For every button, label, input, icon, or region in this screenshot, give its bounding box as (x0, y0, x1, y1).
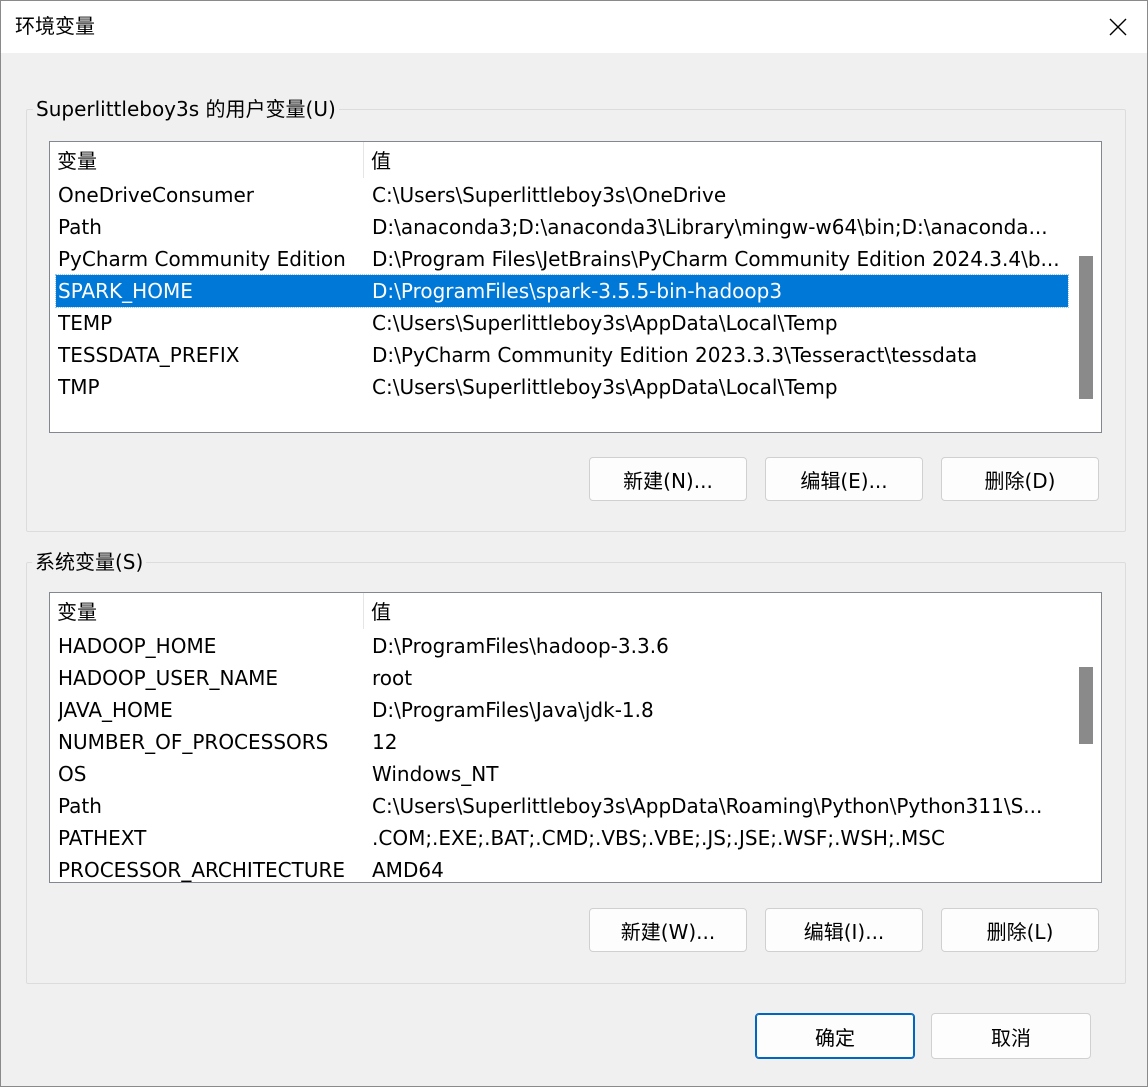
table-row[interactable]: HADOOP_HOME D:\ProgramFiles\hadoop-3.3.6 (56, 630, 1068, 662)
variable-name: TMP (58, 375, 100, 399)
column-header-value[interactable]: 值 (371, 147, 391, 175)
system-variables-header: 变量 值 (50, 593, 1070, 629)
variable-value: 12 (372, 730, 398, 754)
user-new-button[interactable]: 新建(N)... (589, 457, 747, 501)
variable-name: HADOOP_USER_NAME (58, 666, 279, 690)
table-row[interactable]: JAVA_HOME D:\ProgramFiles\Java\jdk-1.8 (56, 694, 1068, 726)
system-variables-label: 系统变量(S) (32, 548, 147, 576)
variable-value: D:\ProgramFiles\Java\jdk-1.8 (372, 698, 654, 722)
variable-value: D:\PyCharm Community Edition 2023.3.3\Te… (372, 343, 978, 367)
user-edit-button[interactable]: 编辑(E)... (765, 457, 923, 501)
close-button[interactable] (1089, 1, 1147, 53)
table-row[interactable]: PyCharm Community Edition D:\Program File… (56, 243, 1068, 275)
close-icon (1109, 18, 1127, 36)
user-variables-scroll-thumb[interactable] (1079, 256, 1093, 399)
variable-value: D:\ProgramFiles\hadoop-3.3.6 (372, 634, 669, 658)
table-row[interactable]: OneDriveConsumer C:\Users\Superlittleboy3… (56, 179, 1068, 211)
variable-value: D:\anaconda3;D:\anaconda3\Library\mingw-… (372, 215, 1048, 239)
variable-value: C:\Users\Superlittleboy3s\AppData\Local\… (372, 311, 838, 335)
variable-value: Windows_NT (372, 762, 499, 786)
column-header-variable[interactable]: 变量 (57, 147, 97, 175)
variable-value: C:\Users\Superlittleboy3s\AppData\Local\… (372, 375, 838, 399)
variable-value: root (372, 666, 413, 690)
user-variables-list[interactable]: 变量 值 OneDriveConsumer C:\Users\Superlittl… (49, 141, 1102, 433)
variable-name: PyCharm Community Edition (58, 247, 346, 271)
variable-value: D:\Program Files\JetBrains\PyCharm Commu… (372, 247, 1060, 271)
table-row[interactable]: PATHEXT .COM;.EXE;.BAT;.CMD;.VBS;.VBE;.JS… (56, 822, 1068, 854)
system-edit-button[interactable]: 编辑(I)... (765, 908, 923, 952)
column-separator[interactable] (363, 593, 364, 629)
table-row[interactable]: Path D:\anaconda3;D:\anaconda3\Library\mi… (56, 211, 1068, 243)
user-variables-label: Superlittleboy3s 的用户变量(U) (33, 95, 339, 123)
environment-variables-dialog: 环境变量 Superlittleboy3s 的用户变量(U) 变量 值 OneD… (0, 0, 1148, 1087)
user-variables-scrollbar[interactable] (1071, 142, 1101, 432)
variable-value: C:\Users\Superlittleboy3s\AppData\Roamin… (372, 794, 1043, 818)
table-row[interactable]: TMP C:\Users\Superlittleboy3s\AppData\Loc… (56, 371, 1068, 403)
ok-button[interactable]: 确定 (755, 1013, 915, 1059)
system-variables-list[interactable]: 变量 值 HADOOP_HOME D:\ProgramFiles\hadoop-3… (49, 592, 1102, 883)
system-variables-scroll-thumb[interactable] (1079, 667, 1093, 744)
table-row[interactable]: PROCESSOR_ARCHITECTURE AMD64 (56, 854, 1068, 882)
variable-name: TESSDATA_PREFIX (58, 343, 240, 367)
table-row[interactable]: TEMP C:\Users\Superlittleboy3s\AppData\Lo… (56, 307, 1068, 339)
variable-value: .COM;.EXE;.BAT;.CMD;.VBS;.VBE;.JS;.JSE;.… (372, 826, 945, 850)
column-header-value[interactable]: 值 (371, 598, 391, 626)
table-row[interactable]: NUMBER_OF_PROCESSORS 12 (56, 726, 1068, 758)
variable-name: SPARK_HOME (58, 279, 193, 303)
table-row[interactable]: TESSDATA_PREFIX D:\PyCharm Community Edit… (56, 339, 1068, 371)
variable-name: TEMP (58, 311, 113, 335)
cancel-button[interactable]: 取消 (931, 1013, 1091, 1059)
table-row[interactable]: HADOOP_USER_NAME root (56, 662, 1068, 694)
window-title: 环境变量 (15, 14, 95, 38)
table-row[interactable]: OS Windows_NT (56, 758, 1068, 790)
system-variables-scrollbar[interactable] (1071, 593, 1101, 882)
variable-name: JAVA_HOME (58, 698, 173, 722)
variable-name: PATHEXT (58, 826, 147, 850)
variable-value: D:\ProgramFiles\spark-3.5.5-bin-hadoop3 (372, 279, 783, 303)
variable-name: PROCESSOR_ARCHITECTURE (58, 858, 346, 882)
variable-value: C:\Users\Superlittleboy3s\OneDrive (372, 183, 727, 207)
variable-name: NUMBER_OF_PROCESSORS (58, 730, 329, 754)
variable-name: Path (58, 215, 102, 239)
table-row[interactable]: Path C:\Users\Superlittleboy3s\AppData\Ro… (56, 790, 1068, 822)
variable-name: OneDriveConsumer (58, 183, 255, 207)
variable-value: AMD64 (372, 858, 444, 882)
system-new-button[interactable]: 新建(W)... (589, 908, 747, 952)
user-delete-button[interactable]: 删除(D) (941, 457, 1099, 501)
title-bar[interactable]: 环境变量 (1, 1, 1147, 53)
system-delete-button[interactable]: 删除(L) (941, 908, 1099, 952)
variable-name: OS (58, 762, 87, 786)
column-separator[interactable] (363, 142, 364, 178)
column-header-variable[interactable]: 变量 (57, 598, 97, 626)
variable-name: HADOOP_HOME (58, 634, 217, 658)
variable-name: Path (58, 794, 102, 818)
user-variables-header: 变量 值 (50, 142, 1070, 178)
table-row[interactable]: SPARK_HOME D:\ProgramFiles\spark-3.5.5-bi… (55, 274, 1069, 308)
